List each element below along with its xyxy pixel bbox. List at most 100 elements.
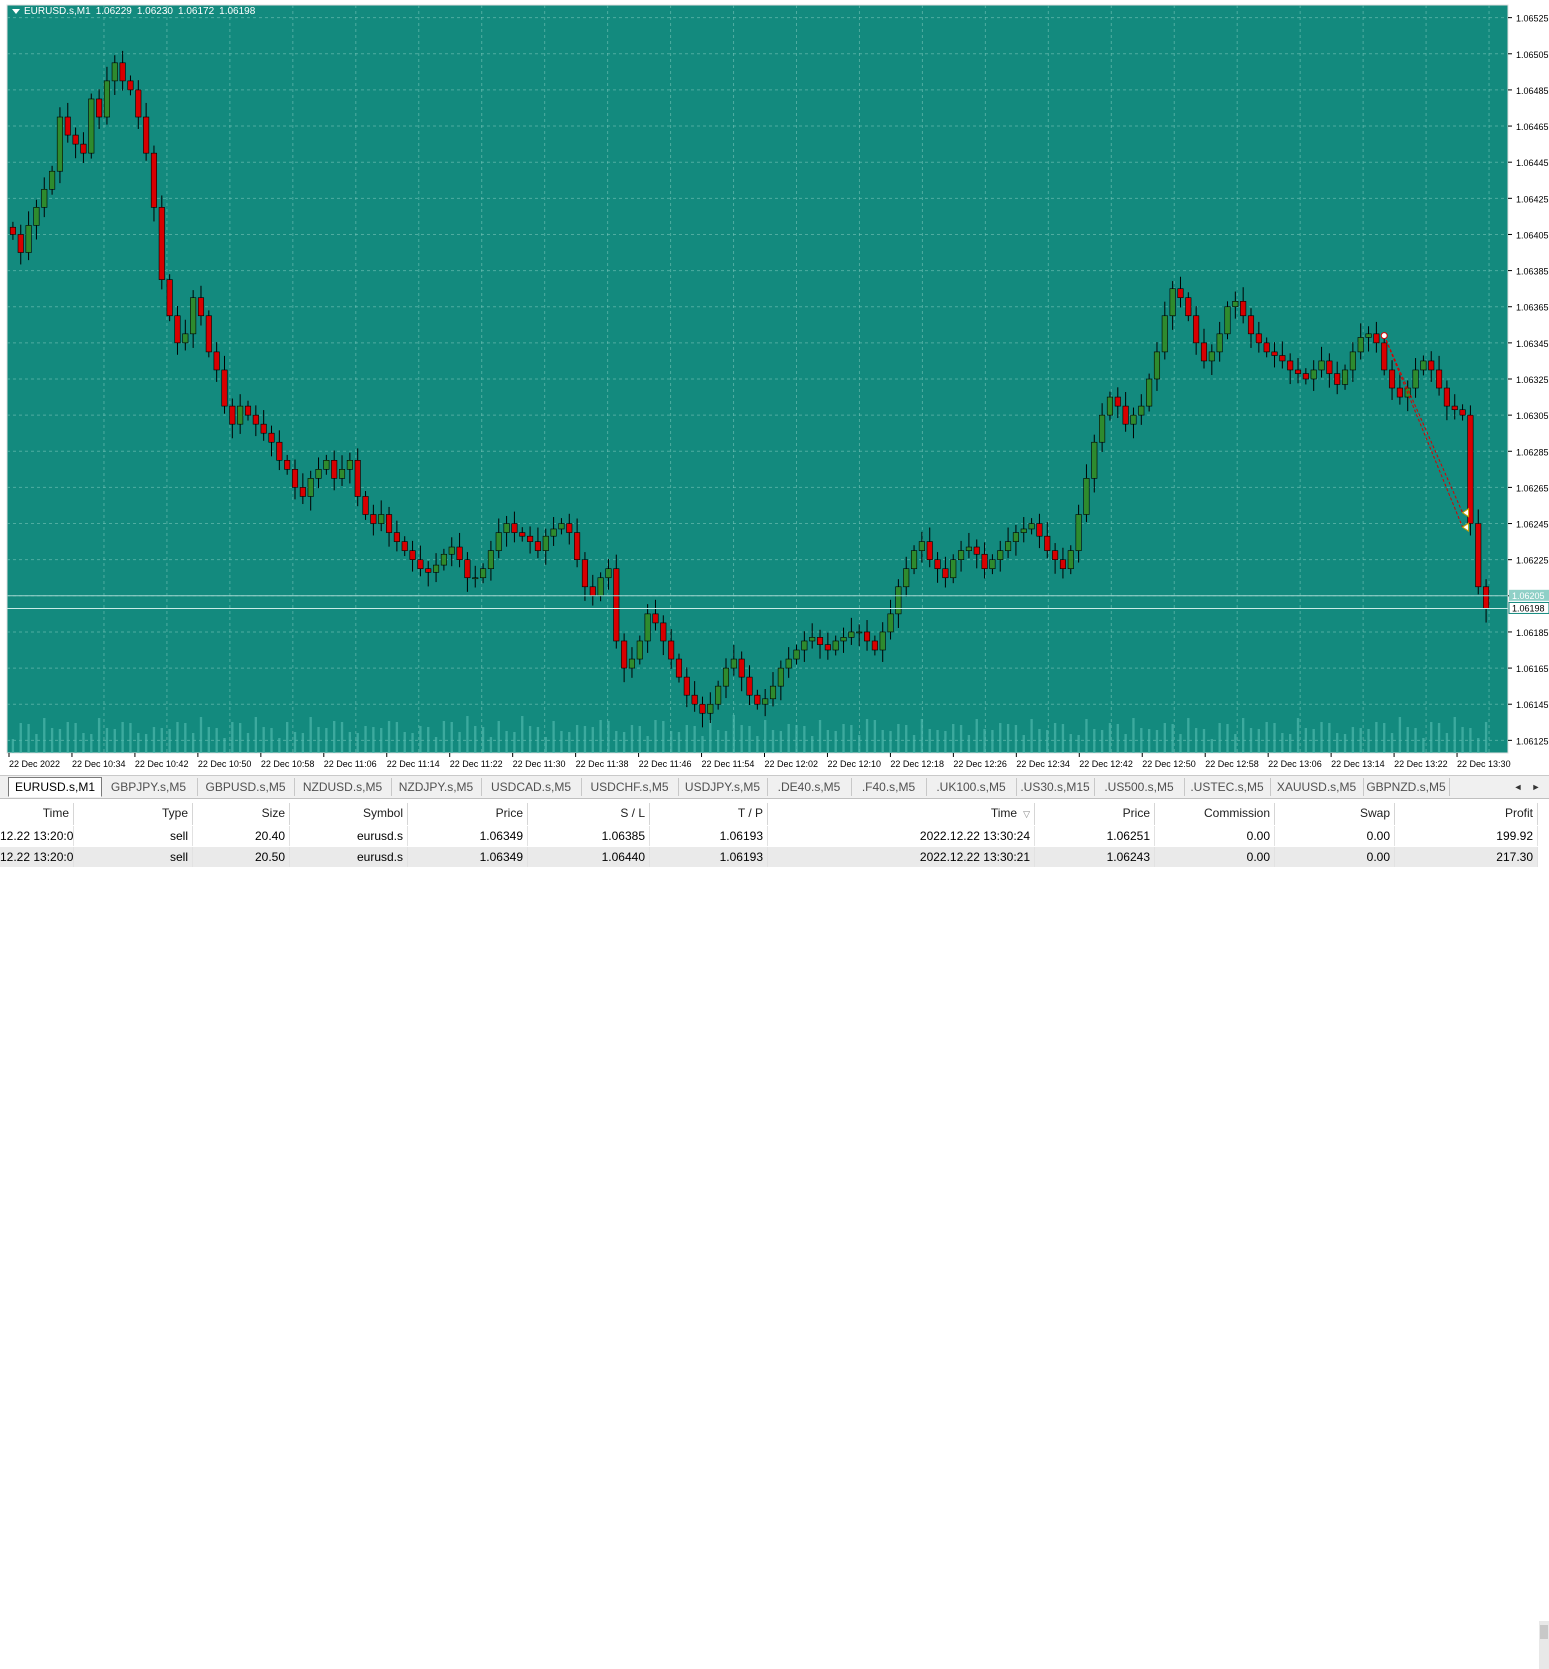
column-header-3[interactable]: Symbol bbox=[290, 803, 408, 825]
candle-body bbox=[190, 297, 197, 335]
candle-body bbox=[566, 523, 573, 533]
tab-usdcad-s-m5[interactable]: USDCAD.s,M5 bbox=[481, 778, 582, 796]
candle-body bbox=[1389, 369, 1396, 389]
time-axis-label: 22 Dec 11:54 bbox=[702, 759, 755, 769]
volume-bar bbox=[599, 720, 602, 753]
candle-body bbox=[1005, 541, 1012, 551]
column-header-0[interactable]: Time bbox=[0, 803, 74, 825]
candle-body bbox=[205, 315, 212, 353]
volume-bar bbox=[505, 731, 508, 753]
column-header-9[interactable]: Commission bbox=[1155, 803, 1275, 825]
candle-body bbox=[1091, 441, 1098, 479]
time-axis-label: 22 Dec 12:42 bbox=[1079, 759, 1133, 769]
candle-body bbox=[49, 170, 56, 190]
column-header-7[interactable]: Time ▽ bbox=[768, 803, 1035, 825]
volume-bar bbox=[763, 720, 767, 753]
candle-body bbox=[715, 685, 722, 705]
candle-body bbox=[244, 405, 252, 416]
candle-body bbox=[1357, 337, 1364, 353]
scroll-left-icon[interactable]: ◄ bbox=[1509, 777, 1527, 797]
table-row[interactable]: 12.22 13:20:04 sell 20.40 eurusd.s 1.06349 1.… bbox=[0, 826, 1538, 846]
candle-body bbox=[1200, 342, 1208, 362]
volume-bar bbox=[905, 725, 908, 753]
tab-usdchf-s-m5[interactable]: USDCHF.s,M5 bbox=[581, 778, 679, 796]
tab-f40-s-m5[interactable]: .F40.s,M5 bbox=[851, 778, 927, 796]
candle-body bbox=[33, 207, 40, 226]
volume-bar bbox=[1226, 724, 1229, 753]
column-header-4[interactable]: Price bbox=[408, 803, 528, 825]
time-axis-label: 22 Dec 13:06 bbox=[1268, 759, 1322, 769]
candle-body bbox=[25, 225, 32, 253]
candle-body bbox=[1185, 297, 1192, 317]
candle-body bbox=[284, 460, 291, 470]
candle-body bbox=[1443, 387, 1450, 407]
column-header-6[interactable]: T / P bbox=[650, 803, 768, 825]
volume-bar bbox=[850, 725, 853, 753]
tab-xauusd-s-m5[interactable]: XAUUSD.s,M5 bbox=[1270, 778, 1364, 796]
ask-price-label: 1.06205 bbox=[1512, 591, 1545, 601]
volume-bar bbox=[340, 722, 344, 753]
candle-body bbox=[911, 550, 918, 570]
column-header-8[interactable]: Price bbox=[1035, 803, 1155, 825]
column-header-label: Price bbox=[495, 806, 523, 820]
candle-body bbox=[605, 568, 612, 579]
volume-bar bbox=[912, 735, 916, 753]
candle-body bbox=[863, 631, 871, 642]
column-header-10[interactable]: Swap bbox=[1275, 803, 1395, 825]
column-header-2[interactable]: Size bbox=[193, 803, 290, 825]
table-cell: 1.06251 bbox=[1035, 826, 1155, 846]
tab-uk100-s-m5[interactable]: .UK100.s,M5 bbox=[926, 778, 1017, 796]
price-chart[interactable]: 1.06525 1.06505 1.06485 1.06465 1.06445 1.064… bbox=[0, 0, 1549, 774]
table-row[interactable]: 12.22 13:20:04 sell 20.50 eurusd.s 1.06349 1.… bbox=[0, 847, 1538, 867]
candle-body bbox=[879, 631, 886, 651]
volume-bar bbox=[11, 739, 15, 753]
candle-body bbox=[331, 460, 338, 479]
volume-bar bbox=[1320, 722, 1323, 753]
candle-body bbox=[56, 116, 63, 172]
volume-bar bbox=[779, 731, 783, 753]
tab-us30-s-m15[interactable]: .US30.s,M15 bbox=[1016, 778, 1095, 796]
column-header-label: Symbol bbox=[362, 806, 403, 820]
volume-bar bbox=[1093, 729, 1096, 753]
tab-gbpnzd-s-m5[interactable]: GBPNZD.s,M5 bbox=[1363, 778, 1450, 796]
tab-de40-s-m5[interactable]: .DE40.s,M5 bbox=[767, 778, 852, 796]
tab-nzdusd-s-m5[interactable]: NZDUSD.s,M5 bbox=[294, 778, 392, 796]
column-header-label: Time bbox=[42, 806, 69, 820]
volume-bar bbox=[881, 730, 884, 753]
chart-window[interactable]: 1.06525 1.06505 1.06485 1.06465 1.06445 1.064… bbox=[0, 0, 1549, 774]
table-cell: 12.22 13:20:04 bbox=[0, 847, 74, 867]
scroll-right-icon[interactable]: ► bbox=[1527, 777, 1545, 797]
table-cell: 1.06440 bbox=[528, 847, 650, 867]
candle-body bbox=[989, 559, 996, 570]
candle-body bbox=[1138, 405, 1145, 416]
candle-body bbox=[691, 694, 698, 705]
tab-gbpjpy-s-m5[interactable]: GBPJPY.s,M5 bbox=[100, 778, 198, 796]
volume-bar bbox=[1210, 739, 1213, 753]
column-header-11[interactable]: Profit bbox=[1395, 803, 1538, 825]
volume-bar bbox=[1140, 728, 1143, 753]
candle-body bbox=[1396, 387, 1403, 398]
candle-body bbox=[1279, 355, 1286, 362]
column-header-5[interactable]: S / L bbox=[528, 803, 650, 825]
ohlc-low: 1.06172 bbox=[178, 6, 215, 17]
scrollbar-thumb[interactable] bbox=[1540, 1625, 1548, 1639]
tab-gbpusd-s-m5[interactable]: GBPUSD.s,M5 bbox=[197, 778, 295, 796]
candle-body bbox=[386, 514, 393, 533]
volume-bar bbox=[66, 722, 69, 753]
tab-eurusd-s-m1[interactable]: EURUSD.s,M1 bbox=[8, 777, 102, 797]
volume-bar bbox=[740, 725, 743, 753]
volume-bar bbox=[834, 731, 837, 753]
tab-ustec-s-m5[interactable]: .USTEC.s,M5 bbox=[1184, 778, 1271, 796]
tab-us500-s-m5[interactable]: .US500.s,M5 bbox=[1094, 778, 1185, 796]
tab-usdjpy-s-m5[interactable]: USDJPY.s,M5 bbox=[678, 778, 768, 796]
table-scrollbar[interactable] bbox=[1539, 1621, 1549, 1669]
candle-body bbox=[926, 541, 933, 560]
tab-nzdjpy-s-m5[interactable]: NZDJPY.s,M5 bbox=[391, 778, 482, 796]
candle-body bbox=[1326, 360, 1333, 374]
dropdown-triangle-icon[interactable] bbox=[12, 8, 20, 14]
candle-body bbox=[1294, 369, 1302, 374]
volume-bar bbox=[662, 721, 665, 753]
volume-bar bbox=[1343, 734, 1347, 753]
table-cell: 217.30 bbox=[1395, 847, 1538, 867]
column-header-1[interactable]: Type bbox=[74, 803, 193, 825]
